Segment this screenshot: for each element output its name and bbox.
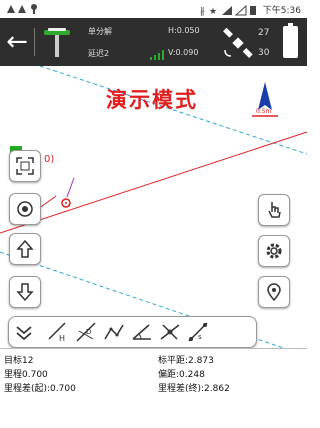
v-precision: V:0.090 [168, 48, 199, 57]
system-status-icons: ∦ ★ [200, 4, 256, 17]
arrow-up-icon [16, 239, 34, 258]
angle-icon [132, 324, 151, 340]
delay-status: 延迟2 [88, 49, 110, 58]
battery-icon [283, 23, 298, 58]
target-label: 目标12 [4, 356, 34, 366]
line-height-icon: H [48, 322, 66, 343]
gear-icon [266, 243, 282, 259]
move-down-button[interactable] [9, 276, 41, 308]
stakeout-point-button[interactable] [258, 276, 290, 308]
arrow-down-icon [16, 283, 34, 302]
double-chevron-down-icon [16, 326, 32, 341]
line-distance-icon: D [76, 322, 96, 342]
chainage-start-label: 里程差(起):0.700 [4, 384, 76, 394]
svg-text:∦: ∦ [200, 7, 205, 16]
h-precision: H:0.050 [168, 26, 200, 35]
tool-line-distance[interactable]: D [73, 319, 99, 345]
collapse-button[interactable] [11, 319, 37, 345]
fit-screen-icon [16, 157, 34, 175]
svg-text:H: H [59, 334, 65, 343]
satellite-icon[interactable] [222, 28, 254, 58]
locate-icon [17, 201, 33, 217]
line-stakeout-icon: s [188, 322, 208, 342]
svg-text:s: s [198, 333, 202, 341]
scale-label: 0.5m [256, 108, 272, 115]
tool-line-height[interactable]: H [45, 319, 71, 345]
satellites-total: 30 [258, 48, 270, 58]
tool-polyline[interactable] [101, 319, 127, 345]
tool-angle[interactable] [129, 319, 155, 345]
gnss-receiver-icon[interactable] [42, 26, 72, 58]
hand-pointer-icon [268, 202, 281, 218]
tool-intersection[interactable] [157, 319, 183, 345]
zoom-extent-button[interactable] [9, 150, 41, 182]
notification-icons [6, 3, 46, 17]
demo-mode-label: 演示模式 [106, 88, 198, 112]
line-tools-toolbar: H D s [8, 316, 257, 348]
std-distance-label: 标平距:2.873 [158, 356, 214, 366]
svg-text:★: ★ [209, 7, 217, 16]
offset-label: 偏距:0.248 [158, 370, 205, 380]
tool-line-stakeout[interactable]: s [185, 319, 211, 345]
location-pin-icon [267, 283, 281, 302]
north-arrow: 0.5m [250, 80, 280, 120]
status-time: 下午5:36 [262, 6, 301, 16]
direction-marker [66, 177, 75, 198]
header-bar: ← 单分解 延迟2 H:0.050 V:0.090 27 30 [0, 18, 307, 66]
info-panel: 目标12 标平距:2.873 里程0.700 偏距:0.248 里程差(起):0… [0, 348, 307, 428]
status-bar: ∦ ★ 下午5:36 [0, 0, 307, 18]
signal-strength-icon [150, 50, 164, 60]
back-button[interactable]: ← [4, 24, 30, 60]
satellites-used: 27 [258, 28, 270, 38]
settings-button[interactable] [258, 235, 290, 267]
point-input-button[interactable] [258, 194, 290, 226]
point-label: 0) [44, 154, 55, 165]
intersection-icon [160, 324, 180, 340]
solution-status: 单分解 [88, 27, 112, 36]
polyline-icon [104, 324, 124, 340]
elevation-label: 里程0.700 [4, 370, 48, 380]
notification-icon [7, 4, 37, 14]
move-up-button[interactable] [9, 233, 41, 265]
divider [34, 28, 35, 56]
chainage-end-label: 里程差(终):2.862 [158, 384, 230, 394]
svg-text:D: D [86, 328, 91, 336]
locate-button[interactable] [9, 193, 41, 225]
